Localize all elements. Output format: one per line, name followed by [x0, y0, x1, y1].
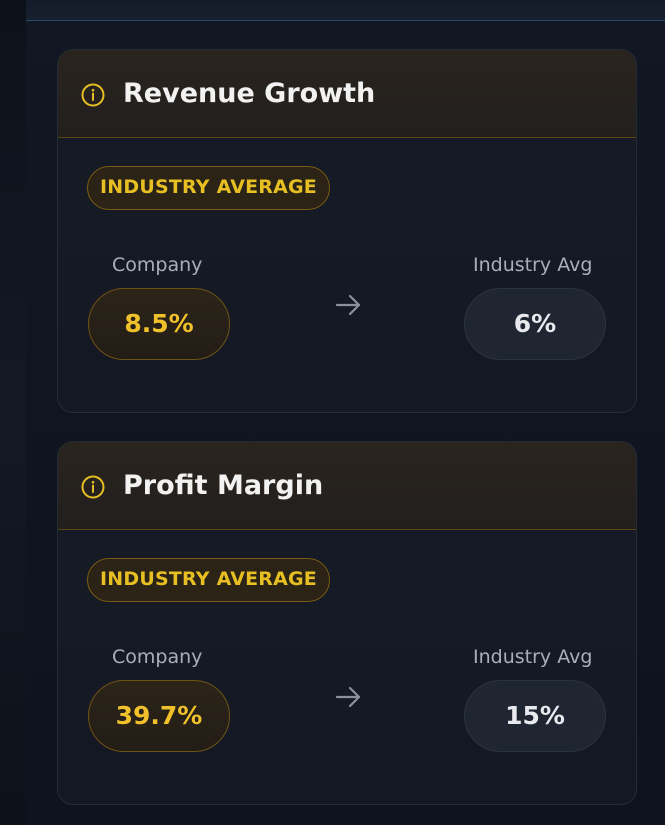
arrow-right-icon — [334, 682, 364, 712]
info-icon[interactable] — [81, 83, 105, 107]
metric-card-revenue-growth: Revenue Growth INDUSTRY AVERAGE Company … — [57, 49, 637, 413]
industry-avg-value: 15% — [464, 680, 606, 752]
industry-avg-label: Industry Avg — [473, 254, 593, 276]
industry-avg-value: 6% — [464, 288, 606, 360]
card-header: Profit Margin — [58, 442, 636, 530]
company-value: 39.7% — [88, 680, 230, 752]
company-value: 8.5% — [88, 288, 230, 360]
top-bar — [26, 0, 665, 21]
metrics-panel: Revenue Growth INDUSTRY AVERAGE Company … — [26, 0, 665, 825]
industry-avg-label: Industry Avg — [473, 646, 593, 668]
info-icon[interactable] — [81, 475, 105, 499]
left-edge — [0, 0, 26, 825]
card-title: Revenue Growth — [123, 78, 376, 109]
card-header: Revenue Growth — [58, 50, 636, 138]
industry-average-badge: INDUSTRY AVERAGE — [87, 166, 330, 210]
industry-average-badge: INDUSTRY AVERAGE — [87, 558, 330, 602]
metric-card-profit-margin: Profit Margin INDUSTRY AVERAGE Company I… — [57, 441, 637, 805]
company-label: Company — [112, 254, 203, 276]
company-label: Company — [112, 646, 203, 668]
arrow-right-icon — [334, 290, 364, 320]
card-title: Profit Margin — [123, 470, 324, 501]
